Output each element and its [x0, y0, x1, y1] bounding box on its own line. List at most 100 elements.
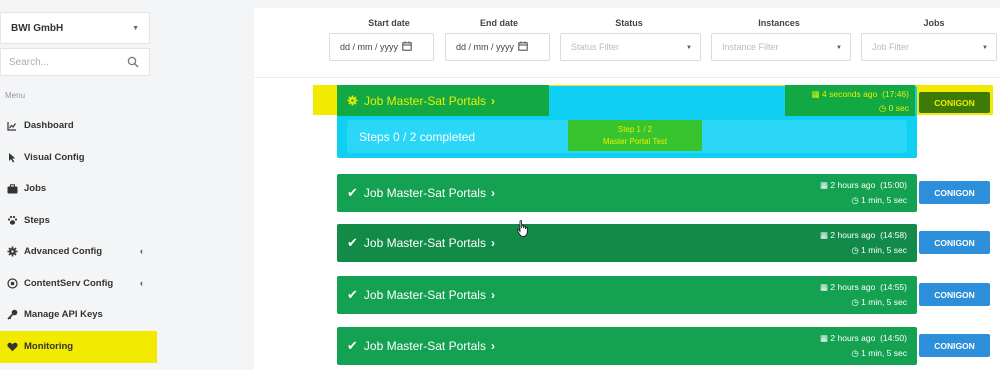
status-filter-placeholder: Status Filter	[571, 42, 620, 52]
chevron-right-icon: ›	[490, 288, 495, 302]
job-filter-select[interactable]: Job Filter ▼	[861, 33, 997, 61]
chevron-down-icon: ▼	[686, 45, 692, 51]
sidebar-item-advanced-config[interactable]: Advanced Config ‹	[0, 236, 157, 268]
job-meta: ▦ 2 hours ago (14:50) ◷ 1 min, 5 sec	[820, 331, 907, 361]
sidebar-item-label: Advanced Config	[24, 246, 103, 258]
job-duration: 1 min, 5 sec	[861, 195, 907, 205]
running-job-meta: ▦ 4 seconds ago (17:46) ◷ 0 sec	[785, 85, 915, 116]
job-duration: 1 min, 5 sec	[861, 245, 907, 255]
jobs-label: Jobs	[923, 18, 945, 28]
steps-progress: Steps 0 / 2 completed Step 1 / 2 Master …	[347, 120, 907, 153]
gear-icon	[6, 246, 18, 258]
job-title-link[interactable]: ✔ Job Master-Sat Portals ›	[347, 338, 495, 354]
calendar-icon: ▦	[820, 180, 829, 190]
calendar-icon: ▦	[820, 282, 829, 292]
sidebar-item-contentserv-config[interactable]: ContentServ Config ‹	[0, 268, 157, 300]
filter-bar: Start date dd / mm / yyyy End date dd / …	[254, 8, 1000, 78]
job-title: Job Master-Sat Portals	[363, 236, 486, 250]
job-time: (14:58)	[880, 230, 907, 240]
job-title: Job Master-Sat Portals	[363, 339, 486, 353]
clock-icon: ◷	[851, 195, 859, 205]
calendar-icon: ▦	[811, 89, 820, 99]
paw-icon	[6, 214, 18, 226]
job-ago: 2 hours ago	[830, 180, 876, 190]
start-date-input[interactable]: dd / mm / yyyy	[329, 33, 434, 61]
instance-badge[interactable]: CONIGON	[919, 334, 990, 357]
job-title-link[interactable]: ✔ Job Master-Sat Portals ›	[347, 235, 495, 251]
sidebar-item-jobs[interactable]: Jobs	[0, 173, 157, 205]
instance-badge[interactable]: CONIGON	[919, 283, 990, 306]
sidebar-item-label: ContentServ Config	[24, 277, 114, 289]
job-time: (14:50)	[880, 333, 907, 343]
job-ago: 2 hours ago	[830, 333, 876, 343]
check-icon: ✔	[347, 287, 358, 302]
job-ago: 2 hours ago	[830, 230, 876, 240]
chevron-left-icon: ‹	[140, 246, 143, 256]
sidebar-item-steps[interactable]: Steps	[0, 205, 157, 237]
clock-icon: ◷	[851, 297, 859, 307]
chevron-right-icon: ›	[490, 186, 495, 200]
briefcase-icon	[6, 183, 18, 195]
chevron-left-icon: ‹	[140, 277, 143, 288]
calendar-icon[interactable]	[402, 41, 412, 53]
job-title: Job Master-Sat Portals	[363, 186, 486, 200]
job-row[interactable]: ✔ Job Master-Sat Portals › ▦ 2 hours ago (…	[337, 276, 917, 314]
sidebar-item-label: Steps	[24, 214, 50, 226]
chevron-down-icon: ▼	[836, 45, 842, 51]
company-name: BWI GmbH	[11, 22, 64, 34]
job-meta: ▦ 2 hours ago (15:00) ◷ 1 min, 5 sec	[820, 178, 907, 208]
end-date-label: End date	[479, 18, 518, 28]
gear-icon	[347, 95, 358, 106]
instance-filter-select[interactable]: Instance Filter ▼	[711, 33, 851, 61]
start-date-value: dd / mm / yyyy	[340, 42, 399, 52]
clock-icon: ◷	[851, 348, 859, 358]
step-counter: Step 1 / 2	[617, 125, 653, 134]
status-label: Status	[615, 18, 643, 28]
job-row[interactable]: ✔ Job Master-Sat Portals › ▦ 2 hours ago (…	[337, 174, 917, 212]
company-selector[interactable]: BWI GmbH ▼	[0, 12, 150, 44]
sidebar-search	[0, 48, 150, 76]
instance-badge[interactable]: CONIGON	[919, 231, 990, 254]
job-time: (15:00)	[880, 180, 907, 190]
sidebar: BWI GmbH ▼ Menu Dashboard Visual Config …	[0, 0, 157, 370]
job-row[interactable]: ✔ Job Master-Sat Portals › ▦ 2 hours ago (…	[337, 327, 917, 365]
sidebar-nav: Dashboard Visual Config Jobs Steps Advan…	[0, 110, 157, 363]
heart-icon	[6, 341, 18, 353]
step-name: Master Portal Test	[602, 137, 668, 146]
calendar-icon: ▦	[820, 230, 829, 240]
sidebar-item-monitoring[interactable]: Monitoring	[0, 330, 157, 363]
check-icon: ✔	[347, 235, 358, 250]
job-meta: ▦ 2 hours ago (14:58) ◷ 1 min, 5 sec	[820, 228, 907, 258]
job-title-link[interactable]: ✔ Job Master-Sat Portals ›	[347, 287, 495, 303]
job-row[interactable]: ✔ Job Master-Sat Portals › ▦ 2 hours ago (…	[337, 224, 917, 262]
chevron-right-icon: ›	[491, 93, 496, 108]
sidebar-item-manage-api-keys[interactable]: Manage API Keys	[0, 299, 157, 331]
end-date-input[interactable]: dd / mm / yyyy	[445, 33, 550, 61]
sidebar-item-visual-config[interactable]: Visual Config	[0, 142, 157, 174]
job-ago: 4 seconds ago	[822, 89, 878, 99]
job-meta: ▦ 2 hours ago (14:55) ◷ 1 min, 5 sec	[820, 280, 907, 310]
end-date-value: dd / mm / yyyy	[456, 42, 515, 52]
chevron-right-icon: ›	[490, 236, 495, 250]
sidebar-item-dashboard[interactable]: Dashboard	[0, 110, 157, 142]
instance-badge[interactable]: CONIGON	[919, 92, 990, 113]
chevron-right-icon: ›	[490, 339, 495, 353]
calendar-icon[interactable]	[518, 41, 528, 53]
status-filter-select[interactable]: Status Filter ▼	[560, 33, 701, 61]
hand-cursor-icon	[516, 220, 528, 237]
sidebar-item-label: Monitoring	[24, 341, 74, 352]
job-time: (14:55)	[880, 282, 907, 292]
job-title-link[interactable]: ✔ Job Master-Sat Portals ›	[347, 185, 495, 201]
instance-badge[interactable]: CONIGON	[919, 181, 990, 204]
key-icon	[6, 309, 18, 321]
job-filter-placeholder: Job Filter	[872, 42, 910, 52]
running-job-title[interactable]: Job Master-Sat Portals ›	[337, 85, 549, 116]
sidebar-item-label: Manage API Keys	[24, 309, 103, 321]
sidebar-item-label: Visual Config	[24, 151, 85, 163]
current-step-chip[interactable]: Step 1 / 2 Master Portal Test	[568, 120, 702, 151]
menu-heading: Menu	[5, 91, 26, 100]
pointer-icon	[6, 151, 18, 163]
clock-icon: ◷	[851, 245, 859, 255]
search-icon[interactable]	[127, 56, 139, 68]
search-input[interactable]	[9, 56, 119, 68]
